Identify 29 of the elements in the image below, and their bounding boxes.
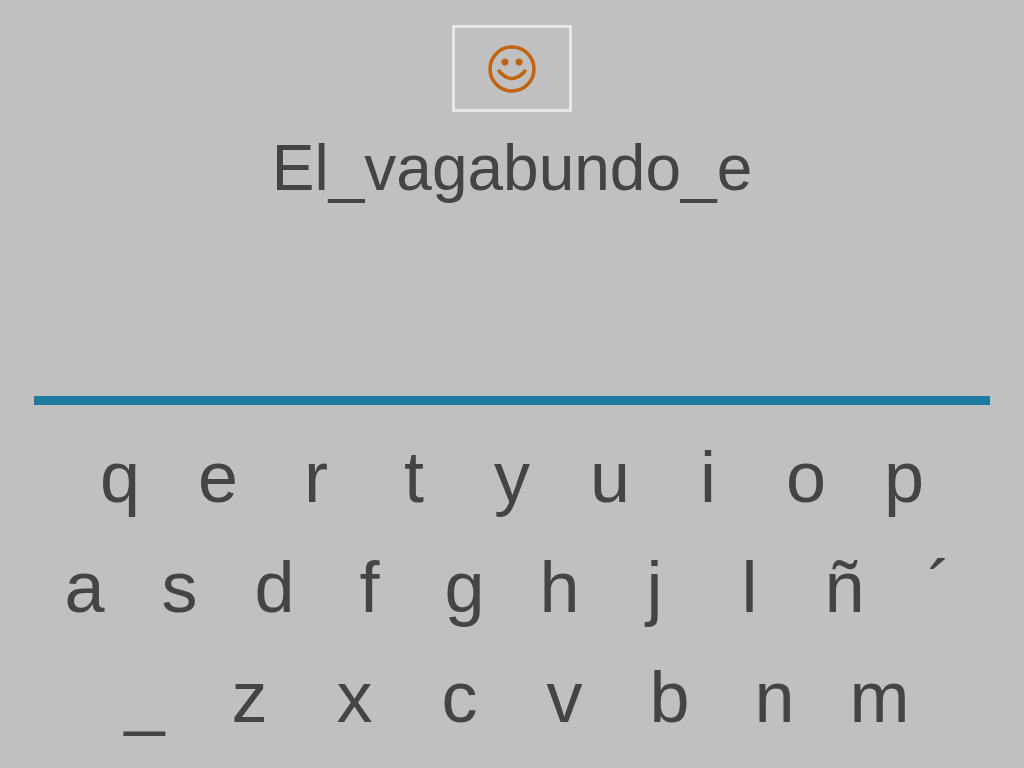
letter-key[interactable]: o: [757, 431, 855, 523]
letter-key[interactable]: _: [92, 651, 197, 743]
letter-key[interactable]: j: [607, 541, 702, 633]
letter-key[interactable]: d: [227, 541, 322, 633]
letter-key[interactable]: v: [512, 651, 617, 743]
letter-key[interactable]: g: [417, 541, 512, 633]
letter-key[interactable]: ´: [892, 541, 987, 633]
letter-key[interactable]: t: [365, 431, 463, 523]
letter-key[interactable]: u: [561, 431, 659, 523]
letter-key[interactable]: n: [722, 651, 827, 743]
letter-key[interactable]: ñ: [797, 541, 892, 633]
letter-key[interactable]: q: [71, 431, 169, 523]
letter-key[interactable]: b: [617, 651, 722, 743]
letter-key[interactable]: a: [37, 541, 132, 633]
letter-key[interactable]: s: [132, 541, 227, 633]
letter-key[interactable]: f: [322, 541, 417, 633]
letter-key[interactable]: l: [702, 541, 797, 633]
letter-key[interactable]: y: [463, 431, 561, 523]
letter-key[interactable]: r: [267, 431, 365, 523]
letter-key[interactable]: c: [407, 651, 512, 743]
letter-key[interactable]: e: [169, 431, 267, 523]
answer-text: El_vagabundo_e: [271, 131, 753, 206]
letter-key[interactable]: h: [512, 541, 607, 633]
letter-key[interactable]: x: [302, 651, 407, 743]
letter-key[interactable]: i: [659, 431, 757, 523]
smiley-icon: [487, 43, 537, 94]
letter-key[interactable]: m: [827, 651, 932, 743]
letter-key[interactable]: p: [855, 431, 953, 523]
letter-key[interactable]: z: [197, 651, 302, 743]
